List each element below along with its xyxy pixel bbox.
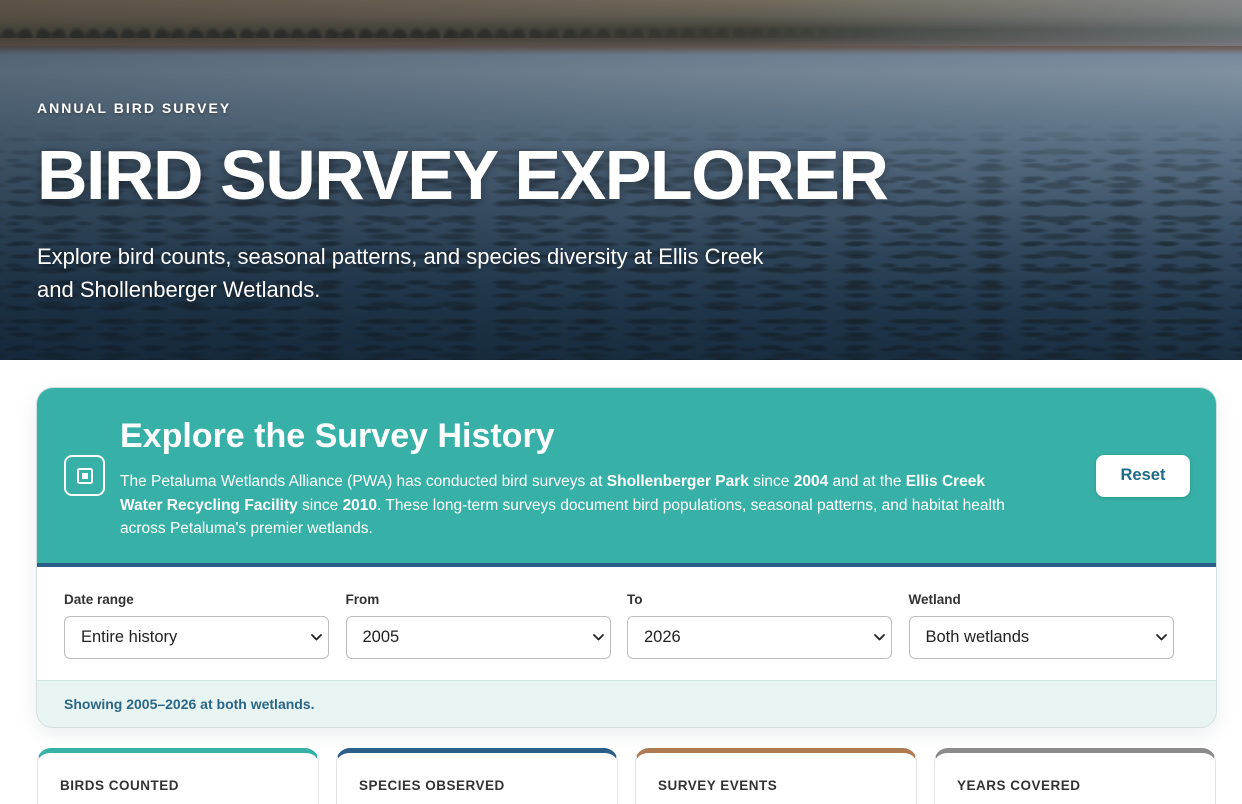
survey-history-card: Explore the Survey History The Petaluma …: [37, 388, 1216, 727]
survey-history-intro: Explore the Survey History The Petaluma …: [37, 388, 1216, 567]
stat-card-survey-events: SURVEY EVENTS: [635, 748, 917, 804]
reset-button[interactable]: Reset: [1096, 454, 1190, 497]
intro-year-2010: 2010: [342, 496, 378, 514]
stat-card-species-observed: SPECIES OBSERVED: [336, 748, 618, 804]
filter-status-bar: Showing 2005–2026 at both wetlands.: [37, 680, 1216, 727]
stat-card-years-covered: YEARS COVERED: [934, 748, 1216, 804]
intro-site-shollenberger: Shollenberger Park: [606, 473, 749, 491]
to-year-filter: To 2026: [627, 591, 892, 680]
hero-content: ANNUAL BIRD SURVEY BIRD SURVEY EXPLORER …: [37, 99, 1037, 306]
to-year-select[interactable]: 2026: [627, 616, 892, 659]
hero-eyebrow: ANNUAL BIRD SURVEY: [37, 100, 232, 116]
hero-subtitle: Explore bird counts, seasonal patterns, …: [37, 244, 764, 302]
date-range-label: Date range: [64, 592, 134, 607]
from-year-label: From: [345, 592, 380, 607]
chevron-down-icon: [592, 634, 604, 641]
chevron-down-icon: [874, 634, 885, 641]
intro-text-3: and at the: [828, 473, 906, 491]
intro-text-2: since: [748, 473, 794, 491]
to-year-value: 2026: [644, 628, 681, 646]
intro-description: The Petaluma Wetlands Alliance (PWA) has…: [120, 470, 1020, 541]
stat-label: BIRDS COUNTED: [60, 778, 180, 793]
date-range-select[interactable]: Entire history: [64, 616, 329, 659]
stat-label: SPECIES OBSERVED: [359, 778, 505, 793]
date-range-value: Entire history: [81, 628, 178, 646]
intro-text-1: The Petaluma Wetlands Alliance (PWA) has…: [120, 473, 607, 491]
filter-row: Date range Entire history From 2005 To 2…: [37, 567, 1216, 680]
intro-title: Explore the Survey History: [120, 417, 555, 456]
from-year-select[interactable]: 2005: [345, 616, 611, 659]
stat-label: YEARS COVERED: [957, 778, 1081, 793]
intro-year-2004: 2004: [793, 473, 829, 491]
date-range-filter: Date range Entire history: [64, 591, 329, 680]
wetland-select[interactable]: Both wetlands: [908, 616, 1174, 659]
chevron-down-icon: [1155, 634, 1167, 641]
stat-cards-row: BIRDS COUNTED SPECIES OBSERVED SURVEY EV…: [37, 748, 1216, 804]
stat-label: SURVEY EVENTS: [658, 778, 778, 793]
square-dot-icon: [64, 455, 105, 496]
intro-text-block: Explore the Survey History The Petaluma …: [120, 416, 1076, 541]
wetland-filter: Wetland Both wetlands: [908, 591, 1174, 680]
from-year-filter: From 2005: [345, 591, 611, 680]
chevron-down-icon: [311, 634, 322, 641]
hero-banner: ANNUAL BIRD SURVEY BIRD SURVEY EXPLORER …: [0, 0, 1242, 360]
to-year-label: To: [627, 592, 643, 607]
from-year-value: 2005: [362, 628, 400, 646]
wetland-label: Wetland: [908, 592, 961, 607]
intro-text-4: since: [297, 496, 343, 514]
page-title: BIRD SURVEY EXPLORER: [37, 136, 889, 214]
wetland-value: Both wetlands: [925, 628, 1030, 646]
stat-card-birds-counted: BIRDS COUNTED: [37, 748, 319, 804]
